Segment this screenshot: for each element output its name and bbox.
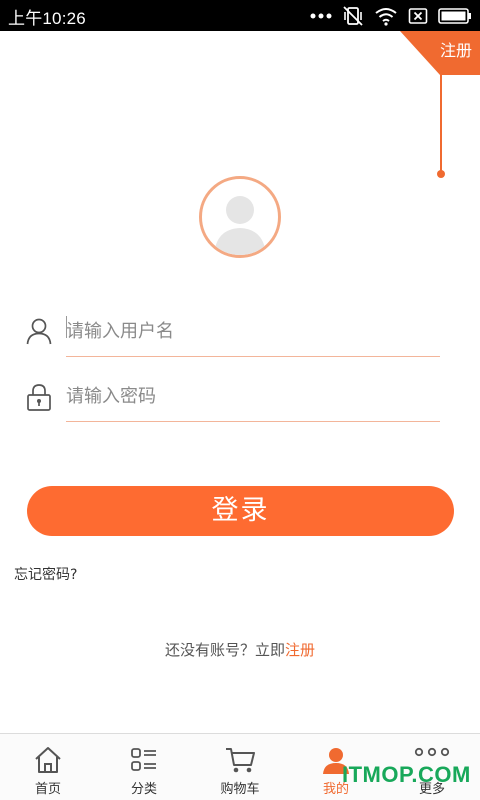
login-button[interactable]: 登录 — [27, 486, 454, 536]
home-icon — [35, 747, 61, 773]
nav-label-home: 首页 — [34, 782, 61, 797]
nav-item-home[interactable]: 首页 — [0, 734, 96, 800]
vibrate-off-icon — [343, 6, 363, 26]
password-input[interactable] — [66, 378, 426, 414]
signup-link[interactable]: 注册 — [285, 641, 315, 659]
signup-prompt-text: 还没有账号？立即 — [164, 641, 285, 659]
register-ribbon-line — [440, 73, 442, 172]
wifi-icon — [375, 8, 397, 26]
text-caret — [66, 316, 67, 338]
category-icon — [131, 748, 156, 771]
nav-item-category[interactable]: 分类 — [96, 734, 192, 800]
username-field — [26, 307, 440, 357]
password-underline — [66, 421, 440, 422]
forgot-password-link[interactable]: 忘记密码? — [14, 564, 77, 584]
username-input[interactable] — [66, 313, 426, 349]
lock-icon — [27, 384, 51, 411]
sim-x-icon — [408, 8, 428, 24]
register-ribbon-label: 注册 — [439, 41, 472, 60]
user-avatar-icon — [214, 196, 266, 255]
signup-prompt: 还没有账号？立即注册 — [0, 639, 480, 660]
nav-label-category: 分类 — [130, 782, 157, 797]
watermark: ITMOP.COM — [342, 762, 471, 787]
register-ribbon-dot — [437, 170, 445, 178]
register-ribbon[interactable]: 注册 — [400, 31, 480, 75]
nav-label-cart: 购物车 — [220, 782, 260, 797]
battery-icon — [438, 8, 471, 24]
password-field — [26, 372, 440, 422]
status-icons — [310, 5, 472, 27]
status-bar: 上午10:26 — [0, 0, 480, 31]
nav-item-cart[interactable]: 购物车 — [192, 734, 288, 800]
user-icon — [26, 318, 52, 345]
avatar[interactable] — [199, 176, 281, 258]
username-underline — [66, 356, 440, 357]
more-icon — [414, 747, 450, 757]
more-dots-icon — [310, 13, 332, 19]
status-time: 上午10:26 — [8, 9, 86, 28]
cart-icon — [226, 748, 255, 773]
